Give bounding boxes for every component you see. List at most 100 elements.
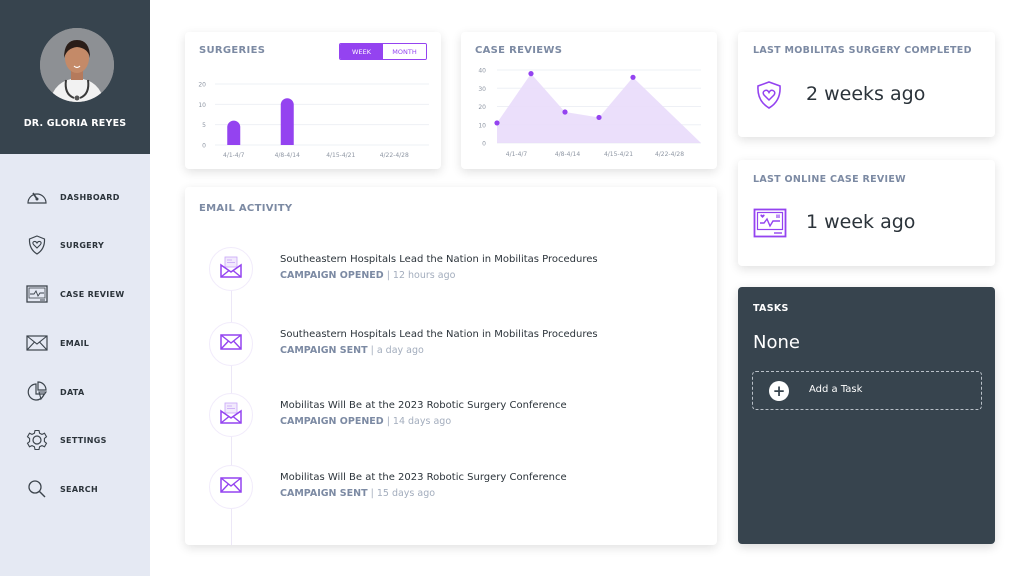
activity-status: CAMPAIGN OPENED | 14 days ago — [280, 416, 451, 427]
sidebar-item-surgery[interactable]: SURGERY — [0, 225, 150, 265]
x-tick-label: 4/1-4/7 — [506, 151, 528, 158]
sidebar-item-label: DASHBOARD — [60, 192, 120, 202]
sidebar-item-label: DATA — [60, 387, 85, 397]
y-tick-label: 30 — [478, 86, 486, 93]
email-activity-title: EMAIL ACTIVITY — [199, 203, 293, 214]
email-activity-card: EMAIL ACTIVITY Southeastern Hospitals Le… — [185, 187, 717, 545]
surgeries-card: SURGERIES WEEK MONTH 0 5 10 20 4/1-4/7 4/8-4/… — [185, 32, 441, 169]
activity-icon-circle — [209, 247, 253, 291]
data-point — [562, 109, 568, 115]
data-point — [596, 114, 602, 121]
activity-title: Southeastern Hospitals Lead the Nation i… — [280, 254, 598, 265]
activity-item[interactable]: Southeastern Hospitals Lead the Nation i… — [209, 247, 689, 293]
avatar[interactable] — [40, 28, 114, 102]
y-tick-label: 10 — [478, 122, 486, 129]
sidebar-item-label: EMAIL — [60, 338, 90, 348]
gear-icon — [26, 429, 48, 451]
sidebar-item-dashboard[interactable]: DASHBOARD — [0, 177, 150, 217]
pie-chart-icon — [26, 381, 48, 403]
activity-kind: CAMPAIGN SENT — [280, 345, 368, 356]
envelope-icon — [219, 476, 243, 498]
data-point — [630, 74, 636, 80]
sidebar: DR. GLORIA REYES DASHBOARD SURGERY CASE … — [0, 0, 150, 576]
profile-panel: DR. GLORIA REYES — [0, 0, 150, 154]
last-surgery-title: LAST MOBILITAS SURGERY COMPLETED — [753, 45, 972, 56]
activity-icon-circle — [209, 322, 253, 366]
last-surgery-value: 2 weeks ago — [806, 83, 926, 105]
activity-item[interactable]: Mobilitas Will Be at the 2023 Robotic Su… — [209, 465, 689, 511]
x-tick-label: 4/8-4/14 — [555, 151, 580, 158]
activity-item[interactable]: Southeastern Hospitals Lead the Nation i… — [209, 322, 689, 368]
shield-heart-icon — [26, 234, 48, 256]
sidebar-item-settings[interactable]: SETTINGS — [0, 420, 150, 460]
activity-title: Mobilitas Will Be at the 2023 Robotic Su… — [280, 400, 567, 411]
add-task-label: Add a Task — [809, 384, 863, 395]
activity-time: | 15 days ago — [370, 488, 436, 499]
activity-item[interactable]: Mobilitas Will Be at the 2023 Robotic Su… — [209, 393, 689, 439]
last-case-review-title: LAST ONLINE CASE REVIEW — [753, 174, 906, 185]
envelope-open-icon — [219, 256, 243, 282]
activity-status: CAMPAIGN SENT | 15 days ago — [280, 488, 435, 499]
sidebar-item-search[interactable]: SEARCH — [0, 469, 150, 509]
case-reviews-card: CASE REVIEWS 0 10 20 30 40 4/1-4/7 4/8-4/14 4/1… — [461, 32, 717, 169]
area-fill — [497, 73, 701, 143]
activity-status: CAMPAIGN SENT | a day ago — [280, 345, 424, 356]
case-reviews-area-chart: 0 10 20 30 40 4/1-4/7 4/8-4/14 4/15-4/21 4/22-4/… — [478, 68, 701, 158]
activity-kind: CAMPAIGN OPENED — [280, 270, 384, 281]
activity-time: | 14 days ago — [386, 416, 452, 427]
tasks-title: TASKS — [753, 303, 789, 314]
y-tick-label: 0 — [202, 143, 206, 150]
shield-heart-icon — [756, 80, 782, 114]
y-tick-label: 20 — [198, 82, 206, 89]
activity-time: | 12 hours ago — [386, 270, 456, 281]
dashboard-gauge-icon — [26, 186, 48, 208]
x-tick-label: 4/15-4/21 — [326, 152, 355, 159]
y-tick-label: 20 — [478, 104, 486, 111]
tasks-status: None — [753, 332, 800, 353]
envelope-icon — [219, 333, 243, 355]
plus-circle-icon: + — [769, 381, 789, 401]
activity-title: Southeastern Hospitals Lead the Nation i… — [280, 329, 598, 340]
y-tick-label: 0 — [482, 141, 486, 148]
sidebar-item-label: CASE REVIEW — [60, 289, 125, 299]
data-point — [494, 120, 500, 126]
sidebar-item-data[interactable]: DATA — [0, 372, 150, 412]
surgeries-bar-chart: 0 5 10 20 4/1-4/7 4/8-4/14 4/15-4/21 4/22-4/28 — [198, 82, 429, 159]
data-point — [528, 71, 534, 77]
activity-title: Mobilitas Will Be at the 2023 Robotic Su… — [280, 472, 567, 483]
y-tick-label: 5 — [202, 122, 206, 129]
activity-kind: CAMPAIGN OPENED — [280, 416, 384, 427]
x-tick-label: 4/1-4/7 — [223, 152, 245, 159]
y-tick-label: 40 — [478, 68, 486, 75]
x-tick-label: 4/15-4/21 — [604, 151, 633, 158]
activity-icon-circle — [209, 393, 253, 437]
tasks-panel: TASKS None + Add a Task — [738, 287, 995, 544]
sidebar-item-email[interactable]: EMAIL — [0, 323, 150, 363]
activity-time: | a day ago — [370, 345, 424, 356]
x-tick-label: 4/8-4/14 — [275, 152, 300, 159]
profile-name: DR. GLORIA REYES — [23, 118, 127, 129]
sidebar-item-label: SEARCH — [60, 484, 98, 494]
envelope-icon — [26, 332, 48, 354]
last-case-review-value: 1 week ago — [806, 211, 916, 233]
x-tick-label: 4/22-4/28 — [380, 152, 409, 159]
add-task-button[interactable]: + Add a Task — [752, 371, 982, 410]
last-surgery-card: LAST MOBILITAS SURGERY COMPLETED 2 weeks… — [738, 32, 995, 137]
activity-status: CAMPAIGN OPENED | 12 hours ago — [280, 270, 455, 281]
dashboard-app: DR. GLORIA REYES DASHBOARD SURGERY CASE … — [0, 0, 1024, 576]
monitor-pulse-icon — [753, 208, 787, 242]
sidebar-item-label: SETTINGS — [60, 435, 107, 445]
y-tick-label: 10 — [198, 102, 206, 109]
bar — [227, 120, 241, 145]
activity-icon-circle — [209, 465, 253, 509]
bar — [280, 98, 294, 145]
sidebar-item-label: SURGERY — [60, 240, 105, 250]
sidebar-item-case-review[interactable]: CASE REVIEW — [0, 274, 150, 314]
doctor-portrait-icon — [40, 28, 114, 102]
x-tick-label: 4/22-4/28 — [655, 151, 684, 158]
search-icon — [26, 478, 48, 500]
activity-kind: CAMPAIGN SENT — [280, 488, 368, 499]
envelope-open-icon — [219, 402, 243, 428]
monitor-pulse-icon — [26, 283, 48, 305]
last-case-review-card: LAST ONLINE CASE REVIEW 1 week ago — [738, 160, 995, 266]
